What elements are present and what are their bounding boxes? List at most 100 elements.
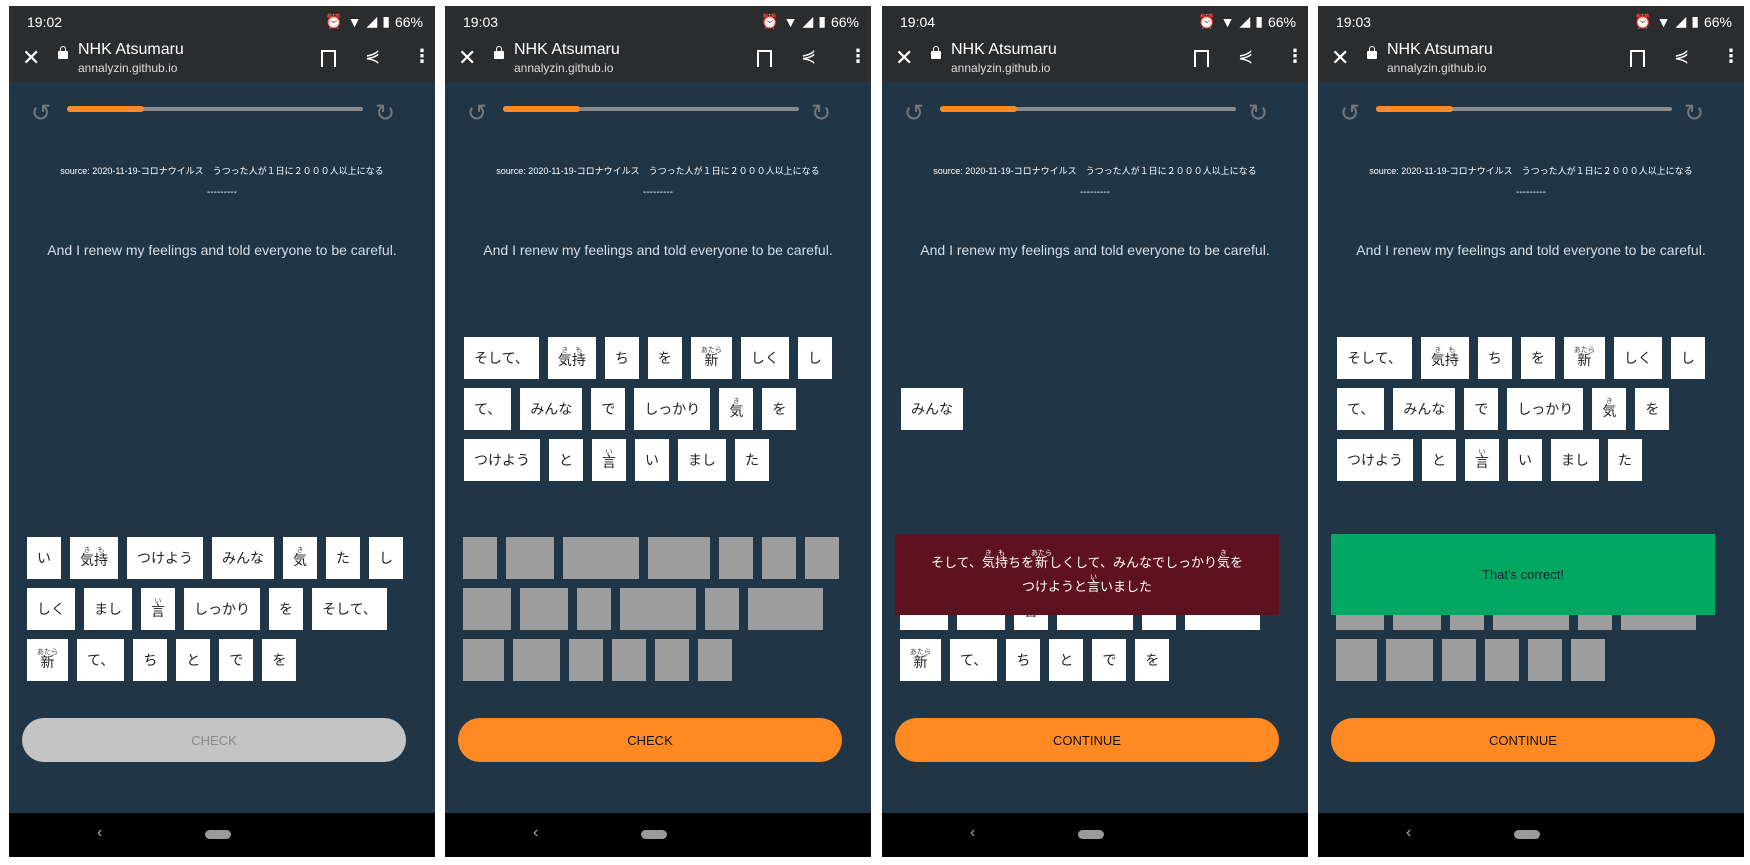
word-tile[interactable]: つけよう [1337,439,1413,481]
word-tile[interactable]: しく [27,588,75,630]
close-icon[interactable]: ✕ [1331,45,1349,71]
word-tile[interactable]: そして、 [464,337,539,379]
word-tile[interactable]: しっかり [1507,388,1584,430]
word-tile[interactable]: で [219,639,254,681]
continue-button[interactable]: CONTINUE [1331,718,1715,762]
redo-icon[interactable]: ↻ [1684,99,1704,128]
word-tile[interactable]: を [647,337,682,379]
share-icon[interactable]: ⋞ [1238,46,1253,67]
close-icon[interactable]: ✕ [22,45,40,71]
undo-icon[interactable]: ↺ [31,99,51,128]
word-tile[interactable]: と [549,439,583,481]
bookmark-icon[interactable] [1194,50,1209,67]
word-tile[interactable]: と [1049,639,1084,681]
redo-icon[interactable]: ↻ [1248,99,1268,128]
word-tile[interactable]: で [591,388,626,430]
word-tile[interactable]: 気き [719,388,754,430]
word-tile[interactable]: 気持きも [70,537,118,579]
continue-button[interactable]: CONTINUE [895,718,1279,762]
bookmark-icon[interactable] [1630,50,1645,67]
word-tile[interactable]: で [1092,639,1127,681]
word-tile[interactable]: て、 [1337,388,1385,430]
more-vert-icon[interactable]: ⋮ [413,46,431,67]
word-tile[interactable]: 言い [141,588,175,630]
word-tile[interactable]: つけよう [127,537,203,579]
close-icon[interactable]: ✕ [895,45,913,71]
word-tile[interactable]: を [762,388,797,430]
more-vert-icon[interactable]: ⋮ [849,46,867,67]
share-icon[interactable]: ⋞ [801,46,816,67]
word-tile[interactable]: た [1608,439,1642,481]
close-icon[interactable]: ✕ [458,45,476,71]
back-icon[interactable]: ‹ [533,824,538,842]
word-tile[interactable]: 気持きも [547,337,596,379]
word-tile[interactable]: みんな [901,388,963,430]
page-url[interactable]: annalyzin.github.io [78,61,177,75]
word-tile[interactable]: ち [133,639,168,681]
word-tile[interactable]: つけよう [464,439,540,481]
word-tile[interactable]: みんな [520,388,583,430]
word-tile[interactable]: い [27,537,61,579]
word-tile[interactable]: い [1508,439,1542,481]
bookmark-icon[interactable] [757,50,772,67]
word-tile[interactable]: ち [604,337,639,379]
word-tile[interactable]: まし [84,588,132,630]
word-tile[interactable]: を [262,639,297,681]
word-tile[interactable]: と [176,639,211,681]
back-icon[interactable]: ‹ [1406,824,1411,842]
word-tile[interactable]: しっかり [634,388,711,430]
undo-icon[interactable]: ↺ [904,99,924,128]
redo-icon[interactable]: ↻ [811,99,831,128]
word-tile[interactable]: い [635,439,669,481]
word-tile[interactable]: 新あたら [27,639,68,681]
word-tile[interactable]: を [269,588,303,630]
more-vert-icon[interactable]: ⋮ [1722,46,1740,67]
word-tile[interactable]: そして、 [312,588,387,630]
word-tile[interactable]: 言い [592,439,626,481]
word-tile[interactable]: ち [1477,337,1512,379]
word-tile[interactable]: まし [678,439,726,481]
word-tile[interactable]: と [1422,439,1456,481]
word-tile[interactable]: し [369,537,403,579]
share-icon[interactable]: ⋞ [365,46,380,67]
word-tile[interactable]: 新あたら [900,639,941,681]
word-tile[interactable]: しく [1613,337,1662,379]
word-tile[interactable]: そして、 [1337,337,1412,379]
word-tile[interactable]: し [1670,337,1705,379]
word-tile[interactable]: を [1135,639,1170,681]
page-url[interactable]: annalyzin.github.io [951,61,1050,75]
word-tile[interactable]: た [326,537,360,579]
home-pill-icon[interactable] [205,830,231,839]
word-tile[interactable]: 言い [1465,439,1499,481]
word-tile[interactable]: し [797,337,832,379]
redo-icon[interactable]: ↻ [375,99,395,128]
word-tile[interactable]: を [1520,337,1555,379]
home-pill-icon[interactable] [1514,830,1540,839]
word-tile[interactable]: 新あたら [690,337,732,379]
word-tile[interactable]: ち [1006,639,1041,681]
word-tile[interactable]: て、 [77,639,125,681]
undo-icon[interactable]: ↺ [1340,99,1360,128]
check-button[interactable]: CHECK [458,718,842,762]
word-tile[interactable]: まし [1551,439,1599,481]
word-tile[interactable]: 気き [283,537,317,579]
word-tile[interactable]: て、 [464,388,512,430]
word-tile[interactable]: た [735,439,769,481]
home-pill-icon[interactable] [641,830,667,839]
home-pill-icon[interactable] [1078,830,1104,839]
page-url[interactable]: annalyzin.github.io [1387,61,1486,75]
page-url[interactable]: annalyzin.github.io [514,61,613,75]
word-tile[interactable]: 気き [1592,388,1627,430]
check-button[interactable]: CHECK [22,718,406,762]
word-tile[interactable]: で [1464,388,1499,430]
more-vert-icon[interactable]: ⋮ [1286,46,1304,67]
back-icon[interactable]: ‹ [97,824,102,842]
word-tile[interactable]: 新あたら [1563,337,1605,379]
word-tile[interactable]: みんな [1393,388,1456,430]
back-icon[interactable]: ‹ [970,824,975,842]
word-tile[interactable]: を [1635,388,1670,430]
word-tile[interactable]: みんな [212,537,274,579]
undo-icon[interactable]: ↺ [467,99,487,128]
word-tile[interactable]: て、 [950,639,998,681]
word-tile[interactable]: しっかり [184,588,260,630]
